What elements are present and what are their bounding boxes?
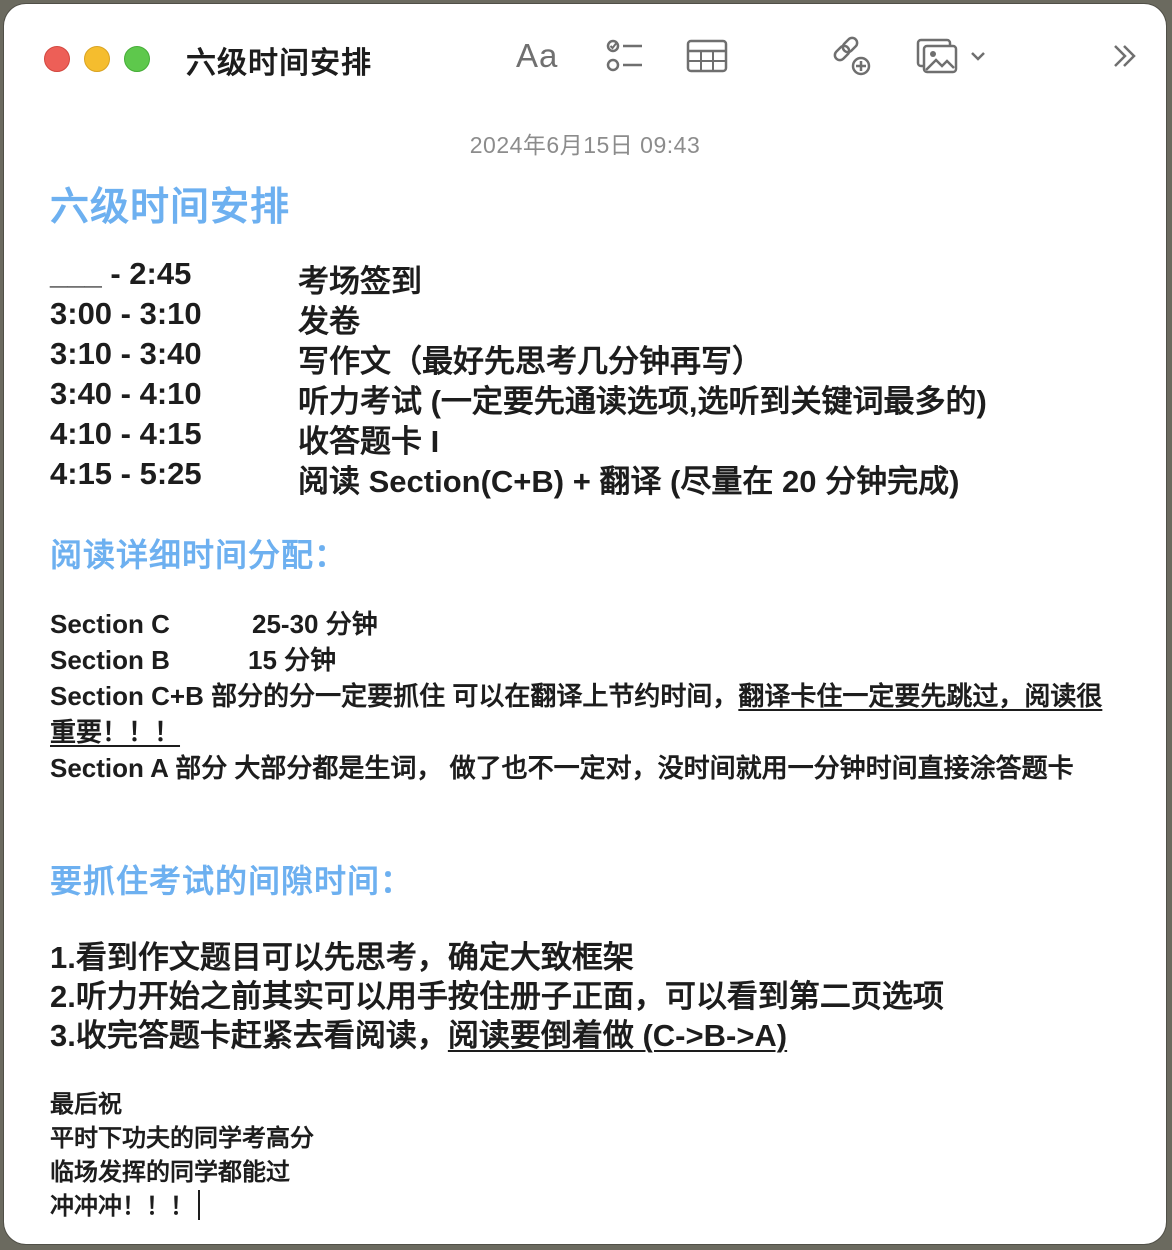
closing-line: 临场发挥的同学都能过 xyxy=(50,1159,290,1186)
minimize-window-button[interactable] xyxy=(84,46,110,72)
section-cb-note: Section C+B 部分的分一定要抓住 可以在翻译上节约时间，翻译卡住一定要… xyxy=(50,678,1125,750)
notes-window: 六级时间安排 Aa 2024年6月15日 09:43 六级时间安排 ___ - … xyxy=(4,4,1166,1244)
chevron-down-icon[interactable] xyxy=(970,50,986,62)
closing-line: 平时下功夫的同学考高分 xyxy=(50,1125,314,1152)
tip-3: 3.收完答题卡赶紧去看阅读，阅读要倒着做 (C->B->A) xyxy=(50,1016,787,1055)
schedule-time: 4:15 - 5:25 xyxy=(50,456,202,491)
section-a-note: Section A 部分 大部分都是生词， 做了也不一定对，没时间就用一分钟时间… xyxy=(50,753,1074,783)
tip-1: 1.看到作文题目可以先思考，确定大致框架 xyxy=(50,940,634,975)
schedule-task: 写作文（最好先思考几分钟再写） xyxy=(298,344,763,379)
more-icon[interactable] xyxy=(1110,34,1140,78)
section-b-time: 15 分钟 xyxy=(248,645,337,675)
tip-3-text: 3.收完答题卡赶紧去看阅读， xyxy=(50,1018,448,1053)
note-date: 2024年6月15日 09:43 xyxy=(469,132,701,158)
schedule-task: 阅读 Section(C+B) + 翻译 (尽量在 20 分钟完成) xyxy=(298,464,960,499)
section-c-label: Section C xyxy=(50,609,170,639)
section-b-label: Section B xyxy=(50,645,170,675)
checklist-icon[interactable] xyxy=(602,34,646,78)
text-cursor xyxy=(198,1190,200,1220)
media-icon[interactable] xyxy=(916,34,986,78)
schedule-task: 发卷 xyxy=(298,304,360,339)
schedule-time: 3:10 - 3:40 xyxy=(50,336,202,371)
section-b-line: Section B 15 分钟 xyxy=(50,642,1125,678)
schedule-time: 4:10 - 4:15 xyxy=(50,416,202,451)
schedule-task: 考场签到 xyxy=(298,264,422,299)
schedule-task: 听力考试 (一定要先通读选项,选听到关键词最多的) xyxy=(298,384,987,419)
schedule-time: 3:00 - 3:10 xyxy=(50,296,202,331)
table-icon[interactable] xyxy=(686,34,728,78)
closing-line: 冲冲冲！！！ xyxy=(50,1190,200,1224)
tip-2: 2.听力开始之前其实可以用手按住册子正面，可以看到第二页选项 xyxy=(50,979,944,1014)
text-format-icon[interactable]: Aa xyxy=(516,34,558,78)
title-bar: 六级时间安排 Aa xyxy=(4,4,1166,108)
tip-3-emphasis: 阅读要倒着做 (C->B->A) xyxy=(447,1018,788,1053)
schedule-time: ___ - 2:45 xyxy=(50,256,192,291)
reading-heading: 阅读详细时间分配： xyxy=(50,537,348,573)
section-c-time: 25-30 分钟 xyxy=(252,609,378,639)
collaborate-icon[interactable] xyxy=(830,34,874,78)
note-title: 六级时间安排 xyxy=(50,186,291,229)
cb-note-text: Section C+B 部分的分一定要抓住 可以在翻译上节约时间， xyxy=(50,681,739,711)
closing-line: 最后祝 xyxy=(50,1091,122,1118)
schedule-task: 收答题卡 I xyxy=(298,424,440,459)
section-c-line: Section C 25-30 分钟 xyxy=(50,606,1125,642)
gap-heading: 要抓住考试的间隙时间： xyxy=(50,863,414,899)
close-window-button[interactable] xyxy=(44,46,70,72)
zoom-window-button[interactable] xyxy=(124,46,150,72)
schedule-time: 3:40 - 4:10 xyxy=(50,376,202,411)
window-title: 六级时间安排 xyxy=(186,47,372,80)
closing-text: 冲冲冲！！！ xyxy=(50,1193,194,1220)
